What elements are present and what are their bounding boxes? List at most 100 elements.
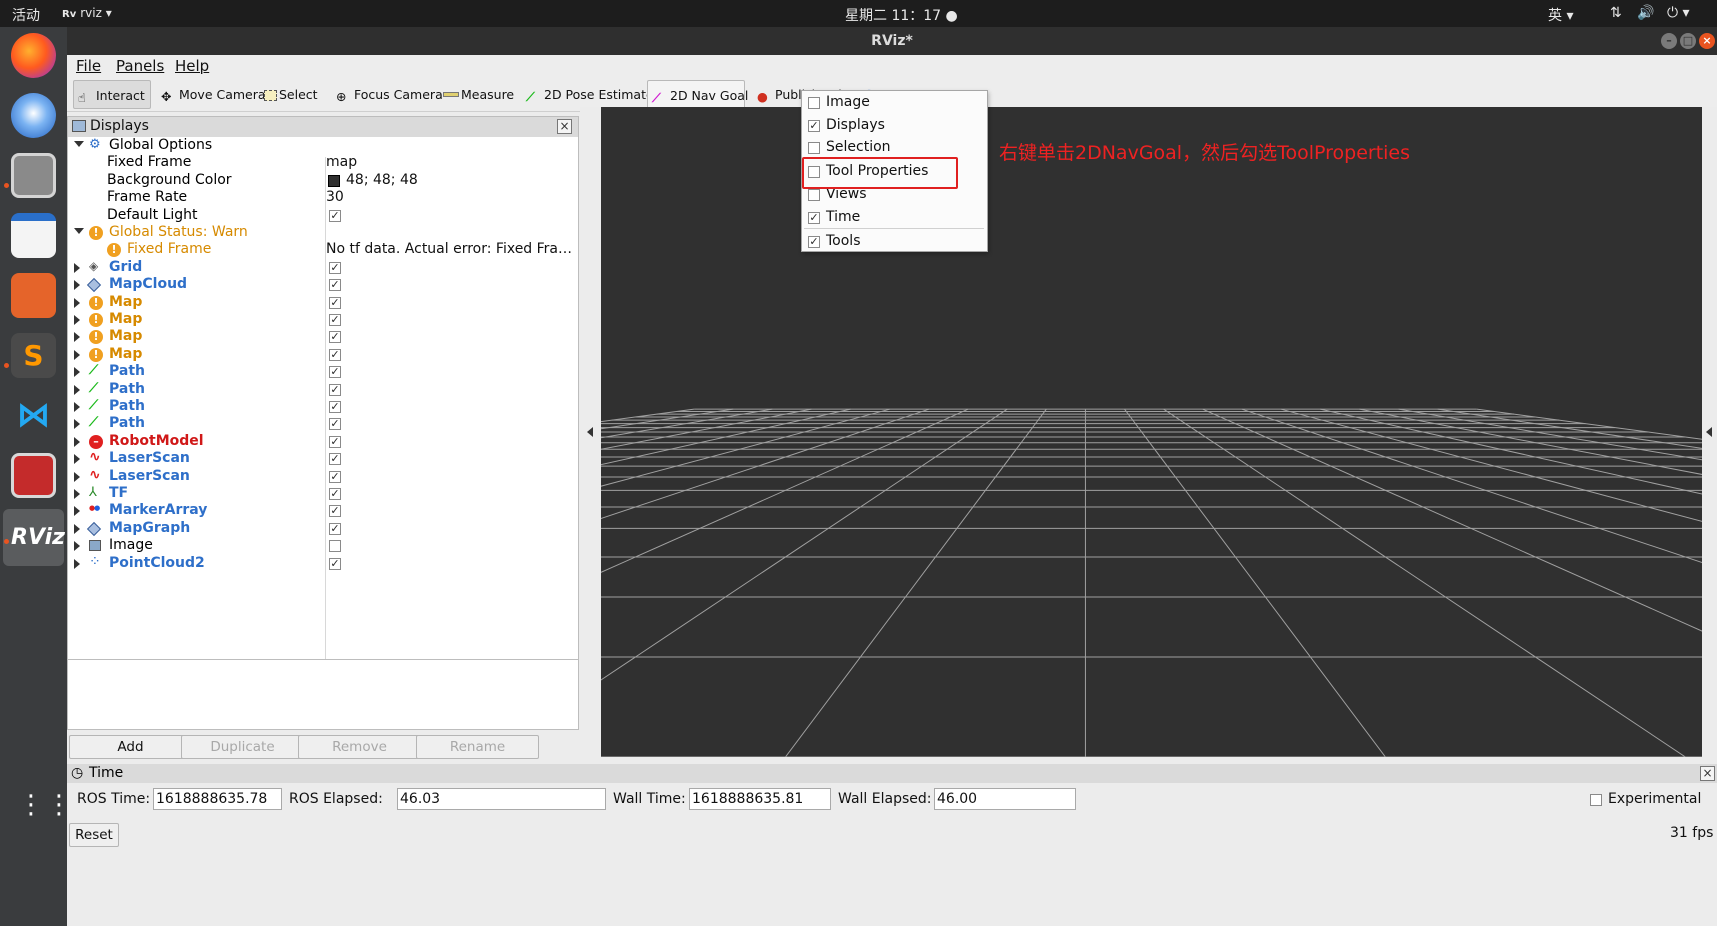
remove-button[interactable]: Remove — [298, 735, 421, 759]
tree-row[interactable]: ! Global Status: Warn — [68, 224, 578, 243]
expand-right-icon[interactable] — [74, 541, 80, 552]
checked-checkbox[interactable]: ✓ — [329, 366, 341, 379]
checked-checkbox[interactable]: ✓ — [329, 331, 341, 344]
tree-row[interactable]: Default Light ✓ — [68, 207, 578, 226]
menu-item-tools[interactable]: ✓ Tools — [802, 231, 987, 253]
expand-right-icon[interactable] — [74, 367, 80, 378]
activities-button[interactable]: 活动 — [12, 5, 40, 25]
expand-right-icon[interactable] — [74, 558, 80, 569]
tree-row[interactable]: ! Fixed Frame No tf data. Actual error: Fi… — [68, 241, 578, 260]
expand-right-icon[interactable] — [74, 349, 80, 360]
unchecked-checkbox[interactable] — [808, 97, 820, 109]
checked-checkbox[interactable]: ✓ — [329, 348, 341, 361]
software-center-icon[interactable] — [11, 273, 56, 318]
tool-focus-camera[interactable]: ⊕ Focus Camera — [332, 80, 443, 109]
tree-row[interactable]: ⅄ TF ✓ — [68, 485, 578, 504]
tree-row[interactable]: Background Color 48; 48; 48 — [68, 172, 578, 191]
menu-item-time[interactable]: ✓ Time — [802, 207, 987, 229]
expand-right-icon[interactable] — [74, 280, 80, 291]
checked-checkbox[interactable]: ✓ — [329, 470, 341, 483]
expand-right-icon[interactable] — [74, 489, 80, 499]
left-splitter[interactable] — [580, 107, 601, 757]
expand-right-icon[interactable] — [74, 384, 80, 395]
tree-row[interactable]: ! Map ✓ — [68, 294, 578, 313]
expand-right-icon[interactable] — [74, 419, 80, 430]
ros-elapsed-field[interactable]: 46.03 — [397, 788, 606, 810]
checked-checkbox[interactable]: ✓ — [808, 212, 820, 224]
tree-row[interactable]: ⟋ Path ✓ — [68, 415, 578, 434]
minimize-icon[interactable]: – — [1661, 33, 1677, 49]
expand-right-icon[interactable] — [74, 471, 80, 482]
checked-checkbox[interactable]: ✓ — [808, 120, 820, 132]
expand-right-icon[interactable] — [74, 332, 80, 343]
firefox-icon[interactable] — [11, 33, 56, 78]
tree-row[interactable]: ! Map ✓ — [68, 346, 578, 365]
duplicate-button[interactable]: Duplicate — [181, 735, 304, 759]
close-icon[interactable]: × — [1700, 766, 1715, 781]
close-icon[interactable]: × — [557, 119, 572, 134]
tool-measure[interactable]: Measure — [439, 80, 514, 109]
tree-row[interactable]: ⁘ PointCloud2 ✓ — [68, 554, 578, 574]
tree-row[interactable]: ◈ Grid ✓ — [68, 259, 578, 278]
tree-row[interactable]: ⟋ Path ✓ — [68, 381, 578, 400]
checked-checkbox[interactable]: ✓ — [329, 557, 341, 570]
checked-checkbox[interactable]: ✓ — [329, 505, 341, 518]
checked-checkbox[interactable]: ✓ — [329, 522, 341, 535]
tree-row[interactable]: ⟋ Path ✓ — [68, 398, 578, 417]
wall-time-field[interactable]: 1618888635.81 — [689, 788, 831, 810]
checked-checkbox[interactable]: ✓ — [329, 279, 341, 292]
right-splitter[interactable] — [1702, 107, 1717, 757]
tree-row[interactable]: ! Map ✓ — [68, 311, 578, 330]
clock[interactable]: 星期二 11：17 ● — [845, 5, 958, 25]
menu-item-selection[interactable]: Selection — [802, 137, 987, 159]
tool-2d-pose-estimate[interactable]: ⟋ 2D Pose Estimate — [522, 80, 654, 109]
unchecked-checkbox[interactable] — [808, 142, 820, 154]
expand-right-icon[interactable] — [74, 454, 80, 465]
input-method-indicator[interactable]: 英 ▾ — [1548, 5, 1573, 25]
checked-checkbox[interactable]: ✓ — [329, 488, 341, 500]
network-icon[interactable]: ⇅ — [1610, 5, 1622, 21]
rviz-app-menu[interactable]: Rv rviz ▾ — [62, 6, 112, 20]
checked-checkbox[interactable]: ✓ — [329, 418, 341, 431]
tool-interact[interactable]: ☝ Interact — [73, 80, 151, 109]
expand-right-icon[interactable] — [74, 297, 80, 308]
unchecked-checkbox[interactable] — [808, 189, 820, 201]
add-button[interactable]: Add — [69, 735, 192, 759]
tree-row[interactable]: ∿ LaserScan ✓ — [68, 449, 578, 469]
volume-icon[interactable]: 🔊 — [1637, 5, 1654, 21]
expand-right-icon[interactable] — [74, 436, 80, 447]
ros-time-field[interactable]: 1618888635.78 — [153, 788, 282, 810]
power-icon[interactable]: ⏻ ▾ — [1667, 5, 1690, 21]
tool-2d-nav-goal[interactable]: ⟋ 2D Nav Goal — [647, 80, 748, 109]
checked-checkbox[interactable]: ✓ — [329, 261, 341, 274]
tree-row[interactable]: Image — [68, 537, 578, 556]
expand-right-icon[interactable] — [74, 523, 80, 534]
expand-down-icon[interactable] — [74, 141, 84, 147]
experimental-checkbox[interactable] — [1590, 794, 1602, 806]
menu-file[interactable]: File — [76, 57, 101, 75]
wall-elapsed-field[interactable]: 46.00 — [934, 788, 1076, 810]
files-icon[interactable] — [11, 153, 56, 198]
collapse-left-icon[interactable] — [587, 427, 593, 437]
tree-row[interactable]: ⚙ Global Options — [68, 137, 578, 156]
checked-checkbox[interactable]: ✓ — [329, 453, 341, 466]
tool-move-camera[interactable]: ✥ Move Camera — [157, 80, 266, 109]
tree-row[interactable]: Frame Rate 30 — [68, 189, 578, 208]
render-view-3d[interactable] — [601, 107, 1702, 757]
menu-panels[interactable]: Panels — [116, 57, 164, 75]
checked-checkbox[interactable]: ✓ — [329, 296, 341, 309]
tool-select[interactable]: Select — [260, 80, 318, 109]
expand-right-icon[interactable] — [74, 506, 80, 517]
expand-down-icon[interactable] — [74, 228, 84, 234]
rviz-dock-icon[interactable]: RViz — [11, 515, 65, 560]
tree-row[interactable]: ●● MarkerArray ✓ — [68, 502, 578, 521]
reset-button[interactable]: Reset — [69, 823, 119, 847]
collapse-right-icon[interactable] — [1706, 427, 1712, 437]
checked-checkbox[interactable]: ✓ — [329, 314, 341, 326]
sublime-text-icon[interactable]: S — [11, 333, 56, 378]
checked-checkbox[interactable]: ✓ — [329, 435, 341, 448]
tree-row[interactable]: – RobotModel ✓ — [68, 433, 578, 452]
maximize-icon[interactable]: □ — [1680, 33, 1696, 49]
terminator-icon[interactable] — [11, 453, 56, 498]
menu-item-image[interactable]: Image — [802, 92, 987, 114]
